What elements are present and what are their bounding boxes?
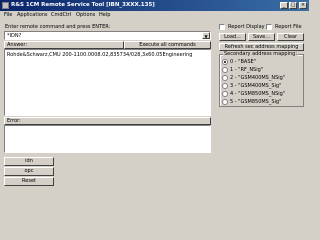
- answer-text: Rohde&Schwarz,CMU 200-1100.0008.02,83573…: [7, 52, 193, 58]
- mapping-radio-3[interactable]: [222, 83, 228, 89]
- window-title: R&S 1CM Remote Service Tool [IBN_3XXX.13…: [11, 2, 155, 8]
- refresh-mapping-button[interactable]: Refresh sec address mapping: [219, 43, 304, 51]
- app-icon: [2, 2, 9, 9]
- mapping-radio-4[interactable]: [222, 91, 228, 97]
- menu-file[interactable]: File: [4, 12, 12, 18]
- menu-options[interactable]: Options: [76, 12, 95, 18]
- menu-help[interactable]: Help: [99, 12, 110, 18]
- report-file-label: Report File: [275, 24, 302, 30]
- error-output: [4, 125, 211, 153]
- clear-button[interactable]: Clear: [277, 33, 304, 41]
- idn-button[interactable]: idn: [4, 157, 54, 166]
- answer-output: Rohde&Schwarz,CMU 200-1100.0008.02,83573…: [4, 49, 211, 116]
- report-display-checkbox[interactable]: [219, 24, 225, 30]
- menu-applications[interactable]: Applications: [17, 12, 48, 18]
- title-bar: R&S 1CM Remote Service Tool [IBN_3XXX.13…: [0, 0, 309, 11]
- report-file-checkbox[interactable]: [266, 24, 272, 30]
- load-button[interactable]: Load...: [219, 33, 246, 41]
- report-display-label: Report Display: [228, 24, 265, 30]
- close-button[interactable]: ×: [299, 2, 307, 9]
- mapping-label-1: 1 - "RF_NSig": [230, 67, 264, 73]
- error-header: Error:: [4, 117, 211, 125]
- maximize-button[interactable]: □: [289, 2, 297, 9]
- execute-all-commands-button[interactable]: Execute all commands: [124, 41, 211, 49]
- minimize-button[interactable]: _: [280, 2, 288, 9]
- opc-button[interactable]: opc: [4, 167, 54, 176]
- answer-header: Answer:: [4, 41, 124, 49]
- chevron-down-icon[interactable]: ▼: [202, 32, 210, 39]
- mapping-label-3: 3 - "GSM400MS_Sig": [230, 83, 282, 89]
- mapping-label-4: 4 - "GSM850MS_NSig": [230, 91, 286, 97]
- reset-button[interactable]: Reset: [4, 177, 54, 186]
- command-label: Enter remote command and press ENTER:: [5, 24, 111, 30]
- mapping-label-5: 5 - "GSM850MS_Sig": [230, 99, 282, 105]
- mapping-label-0: 0 - "BASE": [230, 59, 256, 65]
- mapping-group-title: Secondary address mapping:: [223, 51, 299, 57]
- command-combobox[interactable]: ▼: [4, 31, 211, 40]
- menu-bar: File Applications CmdCtrl Options Help: [0, 11, 309, 20]
- command-input[interactable]: [5, 32, 201, 39]
- mapping-radio-0[interactable]: [222, 59, 228, 65]
- mapping-radio-2[interactable]: [222, 75, 228, 81]
- mapping-radio-1[interactable]: [222, 67, 228, 73]
- mapping-radio-5[interactable]: [222, 99, 228, 105]
- save-button[interactable]: Save...: [248, 33, 275, 41]
- menu-cmdctrl[interactable]: CmdCtrl: [51, 12, 71, 18]
- mapping-label-2: 2 - "GSM400MS_NSig": [230, 75, 286, 81]
